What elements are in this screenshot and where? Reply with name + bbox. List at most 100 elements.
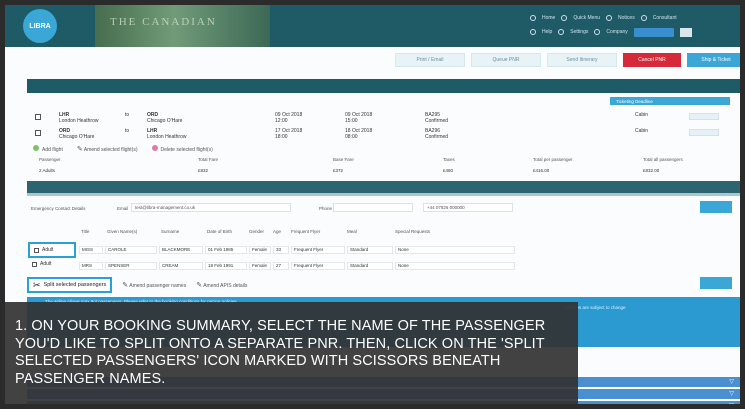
cancel-pnr-button[interactable]: Cancel PNR <box>623 53 681 67</box>
col-title: Title <box>81 229 90 234</box>
email-field[interactable]: test@libra-management.co.uk <box>131 203 291 212</box>
update-passengers-button[interactable] <box>700 277 732 289</box>
fare-base: £372 <box>333 168 344 173</box>
pax-surname[interactable]: CREAM <box>159 262 203 270</box>
fare-passenger: 2 Adults <box>39 168 56 173</box>
split-passengers-button[interactable]: ✂ Split selected passengers <box>27 277 113 293</box>
header-links-top: Home Quick Menu Notices Consultant <box>530 11 730 25</box>
pax-given-name[interactable]: SPENSER <box>105 262 157 270</box>
header-link-company[interactable]: Company <box>606 29 627 35</box>
destination-name: London Heathrow <box>147 134 187 140</box>
header-link-home[interactable]: Home <box>542 15 555 21</box>
delete-flight-label: Delete selected flight(s) <box>160 147 213 153</box>
col-meal: Meal <box>347 229 357 234</box>
pax-gender[interactable]: Female <box>249 246 271 254</box>
departure-time: 12:00 <box>275 118 288 124</box>
phone-label: Phone <box>319 206 333 211</box>
col-gender: Gender <box>249 229 265 234</box>
col-frequent-flyer: Frequent Flyer <box>291 229 321 234</box>
chevron-down-icon: ▽ <box>729 391 734 397</box>
col-special-requests: Special Requests <box>395 229 431 234</box>
amend-apis-label: Amend APIS details <box>203 283 248 289</box>
user-icon <box>640 15 647 21</box>
instruction-text: 1. ON YOUR BOOKING SUMMARY, SELECT THE N… <box>15 318 546 387</box>
arrival-time: 08:00 <box>345 134 358 140</box>
fare-summary-header: Passenger Total Fare Base Fare Taxes Tot… <box>33 157 740 166</box>
pax-meal[interactable]: Standard <box>347 246 393 254</box>
header-link-settings[interactable]: Settings <box>570 29 588 35</box>
flight-checkbox[interactable] <box>35 130 41 136</box>
flight-row: LHR London Heathrow to ORD Chicago O'Hare … <box>35 111 725 127</box>
amend-names-link[interactable]: ✎ Amend passenger names <box>122 281 186 289</box>
pax-age: 27 <box>273 262 289 270</box>
pax-frequent-flyer[interactable]: Frequent Flyer <box>291 262 345 270</box>
flight-links: Add flight ✎ Amend selected flight(s) De… <box>33 145 213 153</box>
flight-status: Confirmed <box>425 134 449 140</box>
pax-age: 33 <box>273 246 289 254</box>
flight-departure: 17 Oct 2018 18:00 <box>275 128 302 140</box>
header-link-help[interactable]: Help <box>542 29 552 35</box>
logo-text: LIBRA <box>29 22 51 30</box>
chevron-down-icon: ▽ <box>729 379 734 385</box>
help-icon <box>530 29 536 35</box>
amend-flight-link[interactable]: ✎ Amend selected flight(s) <box>77 145 138 153</box>
print-email-button[interactable]: Print / Email <box>395 53 465 67</box>
ship-ticket-button[interactable]: Ship & Ticket <box>687 53 740 67</box>
pencil-icon: ✎ <box>76 146 83 153</box>
gear-icon <box>558 29 565 35</box>
queue-pnr-button[interactable]: Queue PNR <box>471 53 541 67</box>
passenger-checkbox[interactable] <box>32 261 37 267</box>
phone-country-select[interactable] <box>333 203 413 212</box>
scissors-icon: ✂ <box>33 279 41 290</box>
ticketing-deadline-tag: Ticketing Deadline <box>610 97 730 105</box>
fare-all-pax: £832.00 <box>643 168 660 173</box>
flight-origin: LHR London Heathrow <box>59 112 98 124</box>
pax-frequent-flyer[interactable]: Frequent Flyer <box>291 246 345 254</box>
amend-names-label: Amend passenger names <box>129 283 187 289</box>
header-link-notices[interactable]: Notices <box>618 15 635 21</box>
pax-dob[interactable]: 01 Feb 1985 <box>205 246 247 254</box>
pencil-icon: ✎ <box>122 282 129 289</box>
add-icon <box>33 145 39 151</box>
emergency-contact-label: Emergency Contact Details <box>31 206 86 211</box>
brand-logo[interactable]: LIBRA <box>23 9 57 43</box>
emergency-contact-row: Emergency Contact Details Email test@lib… <box>27 201 740 216</box>
flight-origin: ORD Chicago O'Hare <box>59 128 94 140</box>
update-contact-button[interactable] <box>700 201 732 213</box>
delete-flight-link[interactable]: Delete selected flight(s) <box>151 145 213 153</box>
header-link-consultant[interactable]: Consultant <box>653 15 677 21</box>
fare-summary-row: 2 Adults £832 £372 £460 £416.00 £832.00 <box>33 168 740 177</box>
app-header: LIBRA THE CANADIAN Home Quick Menu Notic… <box>5 5 740 47</box>
fare-taxes: £460 <box>443 168 454 173</box>
header-link-quick-menu[interactable]: Quick Menu <box>573 15 600 21</box>
passenger-checkbox[interactable] <box>34 247 39 253</box>
flight-checkbox[interactable] <box>35 114 41 120</box>
pax-given-name[interactable]: CAROLE <box>105 246 157 254</box>
split-passengers-label: Split selected passengers <box>43 282 107 288</box>
pax-surname[interactable]: BLACKMORE <box>159 246 203 254</box>
passenger-select-adult-1[interactable]: Adult <box>28 242 76 258</box>
pax-meal[interactable]: Standard <box>347 262 393 270</box>
passenger-select-adult-2[interactable]: Adult <box>32 261 51 267</box>
pax-title[interactable]: MRS <box>79 262 103 270</box>
pax-special-requests[interactable]: None <box>395 262 515 270</box>
header-links-bottom: Help Settings Company <box>530 25 730 39</box>
phone-field[interactable]: +44 07826 000000 <box>423 203 513 212</box>
pax-gender[interactable]: Female <box>249 262 271 270</box>
instruction-overlay: 1. ON YOUR BOOKING SUMMARY, SELECT THE N… <box>5 302 578 404</box>
go-button[interactable] <box>679 27 692 37</box>
flight-seat-button[interactable] <box>689 129 719 136</box>
col-surname: Surname <box>161 229 180 234</box>
company-select[interactable] <box>633 27 674 37</box>
fare-header-per-pax: Total per passenger <box>533 157 573 162</box>
flight-to-label: to <box>125 128 130 134</box>
send-itinerary-button[interactable]: Send Itinerary <box>547 53 617 67</box>
pax-dob[interactable]: 18 Feb 1991 <box>205 262 247 270</box>
passenger-table-header: Title Given Name(s) Surname Date of Birt… <box>27 225 740 239</box>
origin-name: London Heathrow <box>59 118 99 124</box>
amend-apis-link[interactable]: ✎ Amend APIS details <box>196 281 247 289</box>
pax-special-requests[interactable]: None <box>395 246 515 254</box>
add-flight-link[interactable]: Add flight <box>33 145 63 153</box>
flight-seat-button[interactable] <box>689 113 719 120</box>
pax-title[interactable]: MISS <box>79 246 103 254</box>
